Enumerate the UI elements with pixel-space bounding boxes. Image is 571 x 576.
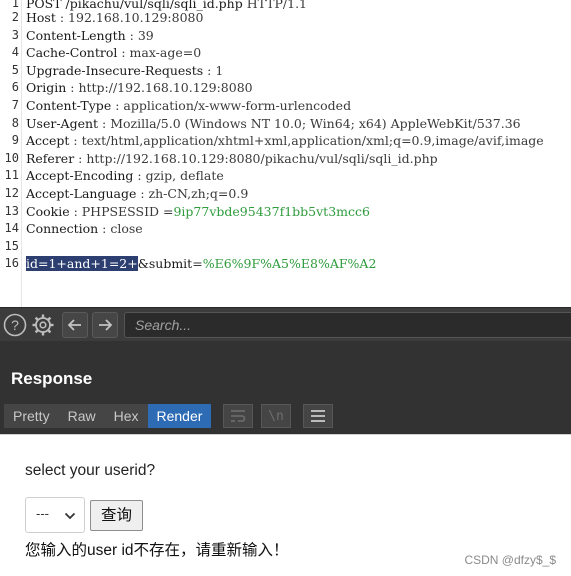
help-button[interactable]: ? xyxy=(2,312,28,338)
header-key: Accept-Language xyxy=(26,186,137,201)
tab-hex[interactable]: Hex xyxy=(104,404,148,428)
tab-raw[interactable]: Raw xyxy=(58,404,105,428)
previous-match-button[interactable] xyxy=(62,312,88,338)
hamburger-menu-icon xyxy=(311,410,325,422)
header-key: Content-Length xyxy=(26,27,126,43)
header-key: Connection xyxy=(26,221,99,237)
header-value: : PHPSESSID = xyxy=(69,203,174,219)
watermark: CSDN @dfzy$_$ xyxy=(464,553,556,567)
chevron-down-icon xyxy=(64,512,76,520)
line-number: 6 xyxy=(11,80,19,95)
header-key: Content-Type xyxy=(26,98,112,113)
tab-pretty[interactable]: Pretty xyxy=(4,404,59,428)
header-key: Host xyxy=(26,10,56,25)
response-title: Response xyxy=(11,369,93,388)
line-number: 11 xyxy=(4,168,19,183)
rendered-response: select your userid? --- 查询 您输入的user id不存… xyxy=(0,434,571,576)
header-value: : gzip, deflate xyxy=(133,168,224,184)
header-key: Cache-Control xyxy=(26,45,118,61)
gear-icon xyxy=(32,314,54,336)
header-value: : http://192.168.10.129:8080/pikachu/vul… xyxy=(74,150,438,166)
line-number: 10 xyxy=(4,150,19,165)
line-number: 4 xyxy=(11,45,19,60)
header-value: : close xyxy=(98,221,143,237)
response-view-tabs: Pretty Raw Hex Render xyxy=(4,404,212,428)
line-number: 5 xyxy=(11,62,19,77)
search-toolbar: ? Search... xyxy=(0,307,571,341)
line-number: 16 xyxy=(4,256,19,271)
header-value: : 1 xyxy=(203,62,224,78)
query-button[interactable]: 查询 xyxy=(90,500,143,531)
body-equals: = xyxy=(192,256,203,272)
header-value: : 192.168.10.129:8080 xyxy=(55,10,204,25)
settings-button[interactable] xyxy=(30,312,56,338)
header-key: Accept xyxy=(26,133,70,149)
result-message: 您输入的user id不存在，请重新输入！ xyxy=(25,542,289,559)
newline-icon: \n xyxy=(268,408,284,424)
line-number: 3 xyxy=(11,27,19,42)
header-value: : max-age=0 xyxy=(117,45,202,61)
header-value: : application/x-www-form-urlencoded xyxy=(111,98,352,113)
header-key: Cookie xyxy=(26,203,70,219)
tab-render[interactable]: Render xyxy=(147,404,212,428)
header-value: : 39 xyxy=(125,27,154,43)
userid-select[interactable]: --- xyxy=(25,497,85,533)
search-input[interactable]: Search... xyxy=(124,312,571,338)
newline-toggle-button[interactable]: \n xyxy=(261,404,291,428)
body-param-name: &submit xyxy=(137,256,193,272)
line-number: 8 xyxy=(11,115,19,130)
cookie-value: 9ip77vbde95437f1bb5vt3mcc6 xyxy=(173,203,370,219)
response-panel-header: Response Pretty Raw Hex Render \n xyxy=(0,341,571,434)
line-number: 14 xyxy=(4,221,19,236)
request-editor[interactable]: 1 POST /pikachu/vul/sqli/sqli_id.php HTT… xyxy=(0,0,571,307)
header-value: : http://192.168.10.129:8080 xyxy=(66,80,253,96)
line-number: 15 xyxy=(4,238,19,253)
format-toggle-button[interactable] xyxy=(223,404,253,428)
help-icon: ? xyxy=(3,313,27,337)
http-version: HTTP/1.1 xyxy=(242,0,308,11)
line-number: 2 xyxy=(11,10,19,24)
header-key: User-Agent xyxy=(26,115,99,131)
arrow-left-icon xyxy=(67,319,81,331)
select-value: --- xyxy=(36,506,49,521)
line-number: 7 xyxy=(11,98,19,112)
svg-text:?: ? xyxy=(11,317,19,333)
selected-payload[interactable]: id=1+and+1=2+ xyxy=(26,256,138,272)
header-value: : Mozilla/5.0 (Windows NT 10.0; Win64; x… xyxy=(98,115,521,131)
header-value: : text/html,application/xhtml+xml,applic… xyxy=(69,133,544,149)
header-key: Origin xyxy=(26,80,67,96)
line-number: 9 xyxy=(11,133,19,148)
line-number: 12 xyxy=(4,186,19,200)
menu-button[interactable] xyxy=(303,404,333,428)
line-number: 13 xyxy=(4,203,19,218)
header-key: Referer xyxy=(26,150,75,166)
arrow-right-icon xyxy=(99,319,113,331)
header-key: Upgrade-Insecure-Requests xyxy=(26,62,204,78)
userid-prompt: select your userid? xyxy=(25,462,156,479)
wrap-lines-icon xyxy=(231,410,246,422)
header-key: Accept-Encoding xyxy=(26,168,134,184)
next-match-button[interactable] xyxy=(92,312,118,338)
body-param-value: %E6%9F%A5%E8%AF%A2 xyxy=(202,256,377,272)
header-value: : zh-CN,zh;q=0.9 xyxy=(136,186,249,201)
